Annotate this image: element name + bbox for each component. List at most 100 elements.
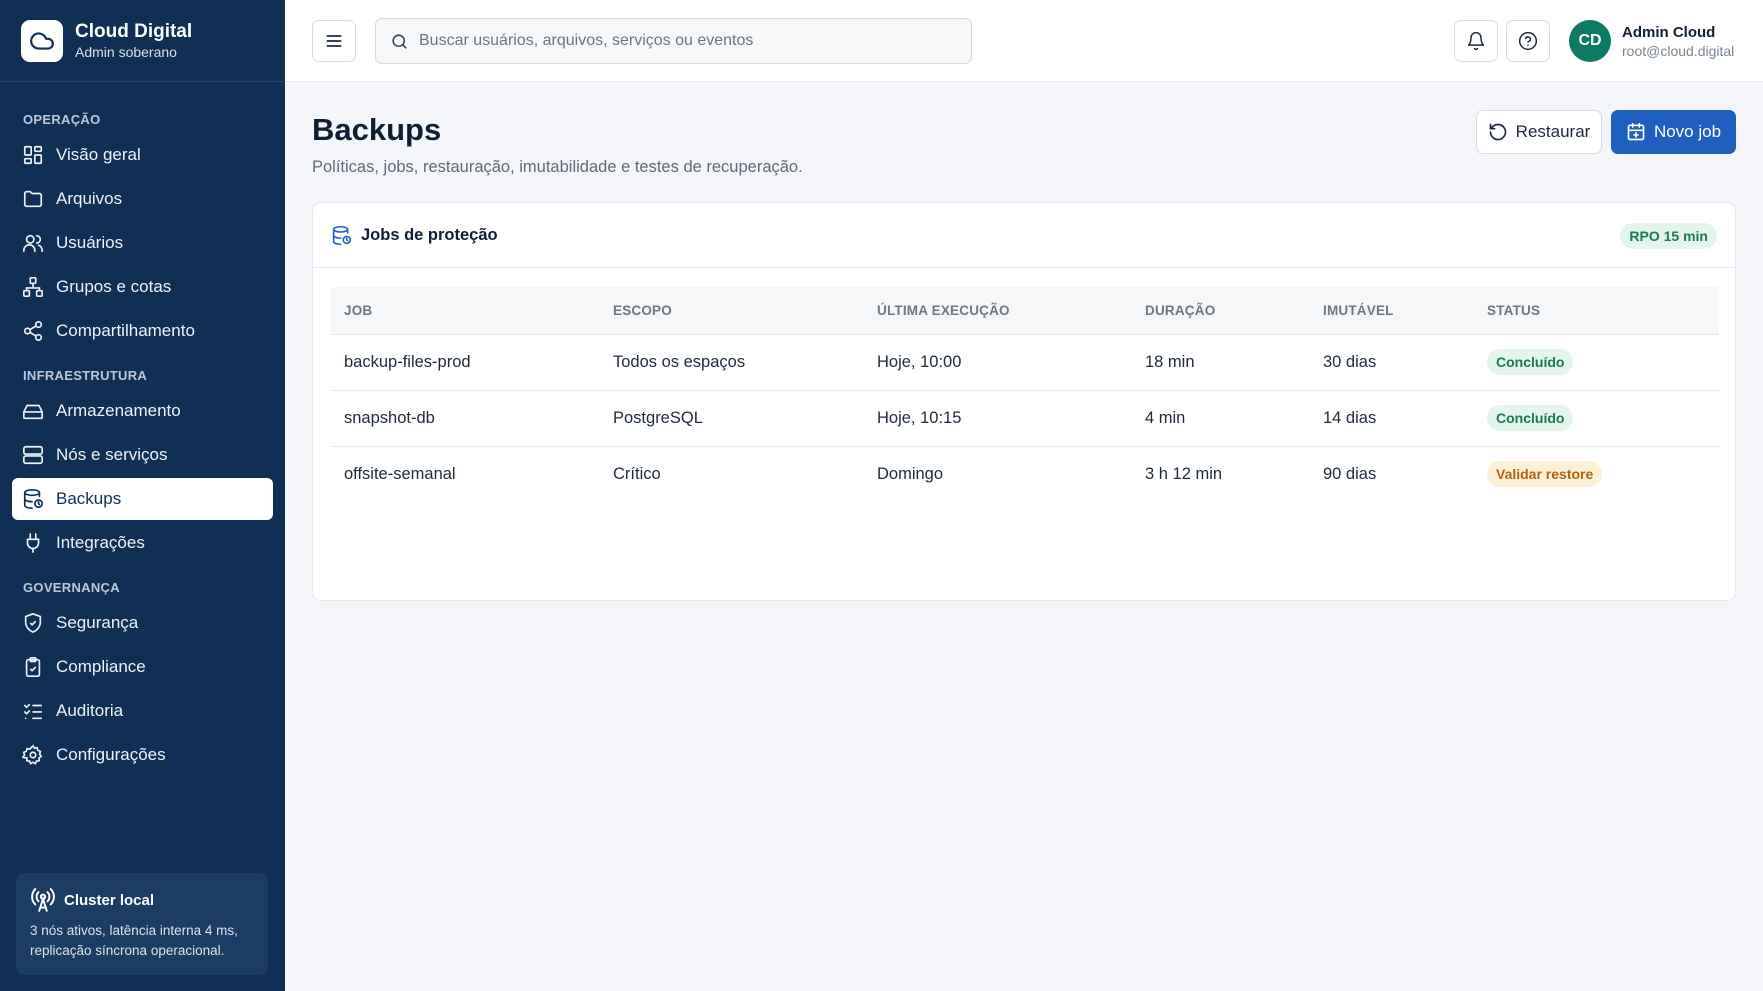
plug-icon [26, 533, 40, 553]
hamburger-icon [326, 35, 342, 47]
column-header-ultima-execucao[interactable]: ÚLTIMA EXECUÇÃO [864, 287, 1132, 335]
table-row[interactable]: snapshot-db PostgreSQL Hoje, 10:15 4 min… [331, 390, 1719, 447]
sidebar-item-armazenamento[interactable]: Armazenamento [12, 390, 273, 432]
server-icon [23, 445, 43, 465]
shield-icon [24, 613, 42, 633]
list-checks-icon [23, 703, 43, 720]
brand-subtitle: Admin soberano [75, 43, 177, 60]
column-header-status[interactable]: STATUS [1474, 287, 1719, 335]
sidebar-item-label: Configurações [56, 745, 166, 764]
cell-scope: Crítico [613, 464, 661, 483]
sidebar-item-auditoria[interactable]: Auditoria [12, 690, 273, 732]
protection-jobs-card: Jobs de proteção RPO 15 min JOB ESCOPO Ú… [312, 202, 1736, 601]
sidebar-item-label: Compartilhamento [56, 321, 195, 340]
rpo-badge: RPO 15 min [1620, 223, 1717, 249]
nav-section-infraestrutura: INFRAESTRUTURA [23, 368, 148, 383]
avatar[interactable]: CD [1569, 20, 1611, 62]
sidebar-item-label: Integrações [56, 533, 145, 552]
cluster-description: 3 nós ativos, latência interna 4 ms, rep… [30, 923, 238, 958]
search-icon [392, 33, 407, 49]
page-subtitle: Políticas, jobs, restauração, imutabilid… [312, 158, 803, 176]
sidebar-item-arquivos[interactable]: Arquivos [12, 178, 273, 220]
sidebar-item-label: Armazenamento [56, 401, 181, 420]
restore-label: Restaurar [1515, 122, 1591, 141]
new-job-label: Novo job [1653, 122, 1722, 141]
sidebar-item-nos-e-servicos[interactable]: Nós e serviços [12, 434, 273, 476]
search-input[interactable] [419, 32, 959, 50]
cell-last-run: Domingo [877, 464, 944, 483]
clipboard-check-icon [25, 657, 41, 677]
column-header-escopo[interactable]: ESCOPO [600, 287, 864, 335]
cell-immutable: 14 dias [1310, 390, 1474, 447]
sidebar-item-grupos-e-cotas[interactable]: Grupos e cotas [12, 266, 273, 308]
cell-scope: Todos os espaços [600, 334, 864, 391]
card-title: Jobs de proteção [361, 225, 498, 244]
sidebar-item-label: Backups [56, 489, 122, 508]
brand-title: Cloud Digital [75, 20, 193, 42]
bell-icon [1467, 31, 1485, 51]
cell-duration: 4 min [1132, 390, 1310, 447]
table-row[interactable]: backup-files-prod Todos os espaços Hoje,… [331, 334, 1719, 391]
cluster-status-card: Cluster local 3 nós ativos, latência int… [16, 873, 268, 975]
sidebar-item-compliance[interactable]: Compliance [12, 646, 273, 688]
rotate-ccw-icon [1489, 123, 1506, 141]
cell-status: Concluído [1474, 334, 1719, 391]
radio-tower-icon [31, 888, 55, 912]
cluster-title: Cluster local [64, 891, 155, 909]
nav-section-governanca: GOVERNANÇA [23, 580, 120, 595]
brand[interactable]: Cloud Digital Admin soberano [0, 0, 285, 82]
sidebar-item-label: Segurança [56, 613, 139, 632]
main-content: Backups Políticas, jobs, restauração, im… [285, 82, 1763, 991]
status-badge: Concluído [1487, 349, 1574, 375]
sidebar-item-label: Grupos e cotas [56, 277, 172, 296]
jobs-table: JOB ESCOPO ÚLTIMA EXECUÇÃO DURAÇÃO IMUTÁ… [331, 287, 1719, 502]
cell-job: backup-files-prod [331, 334, 600, 391]
search-bar[interactable] [375, 18, 972, 64]
user-email: root@cloud.digital [1622, 43, 1735, 59]
database-backup-icon [332, 225, 352, 245]
nav-section-operacao: OPERAÇÃO [23, 112, 101, 127]
sidebar-item-usuarios[interactable]: Usuários [12, 222, 273, 264]
status-badge: Concluído [1487, 405, 1574, 431]
sidebar-item-integracoes[interactable]: Integrações [12, 522, 273, 564]
status-badge: Validar restore [1487, 461, 1603, 488]
table-row[interactable]: offsite-semanal Crítico Domingo 3 h 12 m… [331, 446, 1719, 502]
table-header-row: JOB ESCOPO ÚLTIMA EXECUÇÃO DURAÇÃO IMUTÁ… [331, 287, 1719, 335]
calendar-plus-icon [1627, 122, 1645, 141]
notifications-button[interactable] [1454, 20, 1498, 62]
column-header-imutavel[interactable]: IMUTÁVEL [1310, 287, 1474, 335]
dashboard-icon [23, 145, 43, 165]
menu-button[interactable] [312, 20, 356, 62]
sidebar: Cloud Digital Admin soberano OPERAÇÃO Vi… [0, 0, 285, 991]
user-info[interactable]: Admin Cloud root@cloud.digital [1622, 23, 1734, 60]
help-circle-icon [1518, 31, 1538, 51]
cell-scope: PostgreSQL [600, 390, 864, 447]
sidebar-item-configuracoes[interactable]: Configurações [12, 734, 273, 776]
database-backup-icon [23, 489, 43, 509]
cell-duration: 3 h 12 min [1145, 464, 1223, 483]
sidebar-item-label: Compliance [56, 657, 146, 676]
sidebar-item-label: Visão geral [56, 145, 141, 164]
help-button[interactable] [1506, 20, 1550, 62]
cloud-icon [21, 19, 63, 62]
cell-duration: 18 min [1132, 334, 1310, 391]
sidebar-item-label: Nós e serviços [56, 445, 168, 464]
column-header-duracao[interactable]: DURAÇÃO [1132, 287, 1310, 335]
cell-last-run: Hoje, 10:15 [864, 390, 1132, 447]
sidebar-item-backups[interactable]: Backups [12, 478, 273, 520]
folder-icon [23, 190, 43, 208]
sidebar-item-seguranca[interactable]: Segurança [12, 602, 273, 644]
share-icon [23, 321, 43, 341]
column-header-job[interactable]: JOB [331, 287, 600, 335]
restore-button[interactable]: Restaurar [1476, 110, 1602, 154]
sidebar-item-compartilhamento[interactable]: Compartilhamento [12, 310, 273, 352]
sidebar-item-visao-geral[interactable]: Visão geral [12, 134, 273, 176]
cell-immutable: 30 dias [1310, 334, 1474, 391]
new-job-button[interactable]: Novo job [1611, 110, 1736, 154]
card-header: Jobs de proteção RPO 15 min [313, 203, 1735, 268]
topbar: CD Admin Cloud root@cloud.digital [285, 0, 1763, 82]
page-title: Backups [312, 112, 442, 147]
cell-status: Concluído [1474, 390, 1719, 447]
sidebar-item-label: Usuários [56, 233, 124, 252]
sidebar-item-label: Auditoria [56, 701, 124, 720]
